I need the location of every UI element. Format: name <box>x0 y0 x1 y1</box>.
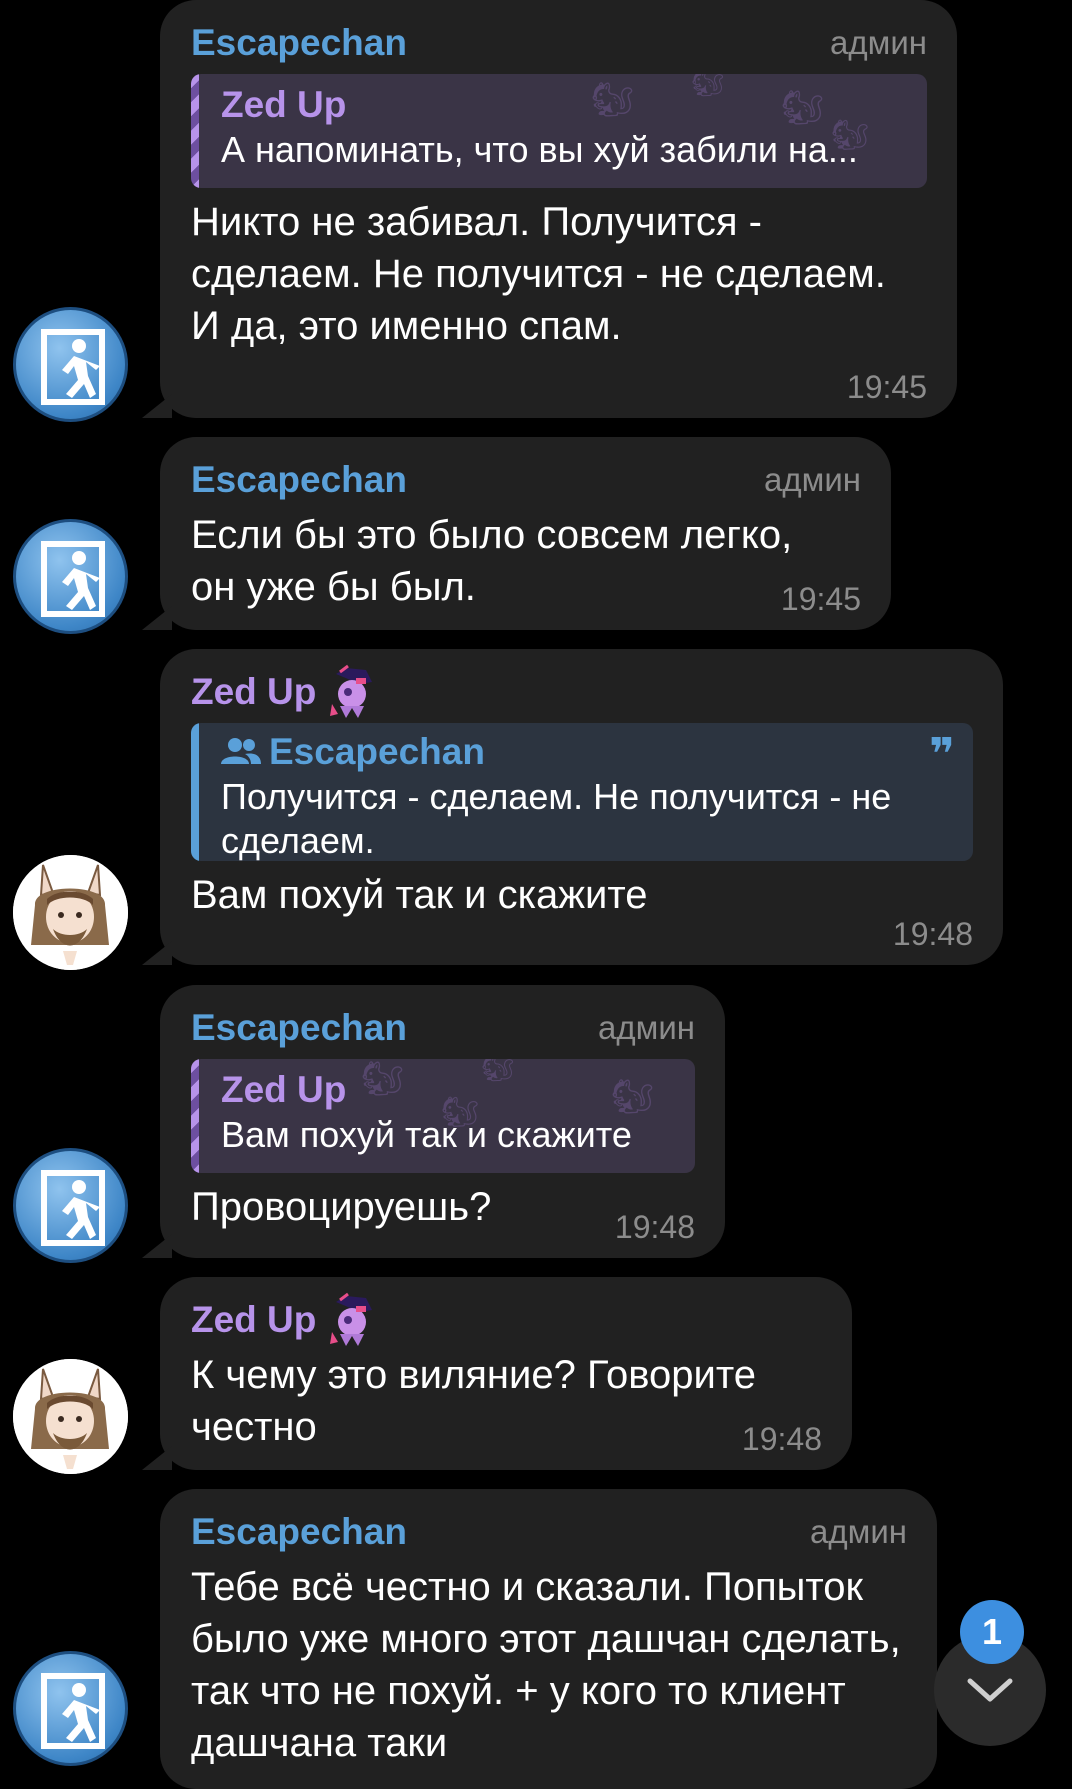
role-badge: админ <box>764 461 861 498</box>
sender-name[interactable]: Escapechan <box>191 1007 407 1049</box>
message-text: Вам похуй так и скажите <box>191 873 648 917</box>
message-text: Тебе всё честно и сказали. Попыток было … <box>191 1565 901 1765</box>
message-text: Если бы это было совсем легко, он уже бы… <box>191 513 793 609</box>
chevron-down-icon <box>967 1678 1013 1702</box>
sender-name[interactable]: Zed Up <box>191 671 316 713</box>
avatar[interactable] <box>13 855 128 970</box>
message-bubble[interactable]: Zed Up Escapechan Получится - сделаем. Н… <box>160 649 1003 965</box>
role-badge: админ <box>810 1513 907 1550</box>
message-time: 19:48 <box>614 1209 695 1245</box>
message-text: Никто не забивал. Получится - сделаем. Н… <box>191 200 886 348</box>
avatar[interactable] <box>13 1148 128 1263</box>
quote-author-name: Escapechan <box>269 731 485 772</box>
reply-preview[interactable]: 🐿 🐿 🐿 🐿 Zed Up Вам похуй так и скажите <box>191 1059 695 1173</box>
avatar[interactable] <box>13 1651 128 1766</box>
sender-name[interactable]: Zed Up <box>191 1299 316 1341</box>
avatar[interactable] <box>13 519 128 634</box>
message-bubble[interactable]: Escapechan админ Если бы это было совсем… <box>160 437 891 630</box>
role-badge: админ <box>830 24 927 61</box>
message-time: 19:48 <box>741 1421 822 1457</box>
message-bubble[interactable]: Escapechan админ Тебе всё честно и сказа… <box>160 1489 937 1789</box>
quote-author: Escapechan <box>221 729 955 775</box>
reply-preview[interactable]: 🐿 🐿 🐿 🐿 Zed Up А напоминать, что вы хуй … <box>191 74 927 188</box>
user-portrait-icon <box>13 1359 128 1474</box>
avatar[interactable] <box>13 307 128 422</box>
sender-name[interactable]: Escapechan <box>191 22 407 64</box>
quote-block[interactable]: Escapechan Получится - сделаем. Не получ… <box>191 723 973 861</box>
squirrel-pattern-icon: 🐿 <box>441 1096 480 1129</box>
exit-runner-icon <box>41 329 105 405</box>
exit-runner-icon <box>41 541 105 617</box>
squirrel-pattern-icon: 🐿 <box>361 1060 405 1098</box>
message-time: 19:48 <box>892 916 973 952</box>
user-portrait-icon <box>13 855 128 970</box>
message-text: К чему это виляние? Говорите честно <box>191 1353 756 1449</box>
group-users-icon <box>221 738 261 764</box>
role-badge: админ <box>598 1009 695 1046</box>
reply-text: А напоминать, что вы хуй забили на... <box>221 129 858 170</box>
exit-runner-icon <box>41 1170 105 1246</box>
avatar[interactable] <box>13 1359 128 1474</box>
pony-emoji-status-icon <box>330 1292 373 1346</box>
squirrel-pattern-icon: 🐿 <box>591 81 635 119</box>
sender-name[interactable]: Escapechan <box>191 459 407 501</box>
pony-emoji-status-icon <box>330 664 373 718</box>
message-bubble[interactable]: Zed Up К чему это виляние? Говорите чест… <box>160 1277 852 1470</box>
squirrel-pattern-icon: 🐿 <box>691 74 725 98</box>
squirrel-pattern-icon: 🐿 <box>481 1059 515 1083</box>
quote-text: Получится - сделаем. Не получится - не с… <box>221 776 892 861</box>
message-bubble[interactable]: Escapechan админ 🐿 🐿 🐿 🐿 Zed Up А напоми… <box>160 0 957 418</box>
unread-count-badge: 1 <box>960 1600 1024 1664</box>
squirrel-pattern-icon: 🐿 <box>781 89 825 127</box>
sender-name[interactable]: Escapechan <box>191 1511 407 1553</box>
squirrel-pattern-icon: 🐿 <box>831 119 870 152</box>
message-time: 19:45 <box>780 581 861 617</box>
message-time: 19:45 <box>846 369 927 405</box>
message-bubble[interactable]: Escapechan админ 🐿 🐿 🐿 🐿 Zed Up Вам поху… <box>160 985 725 1258</box>
quote-mark-icon: ❞ <box>929 730 955 779</box>
squirrel-pattern-icon: 🐿 <box>611 1078 655 1116</box>
exit-runner-icon <box>41 1673 105 1749</box>
